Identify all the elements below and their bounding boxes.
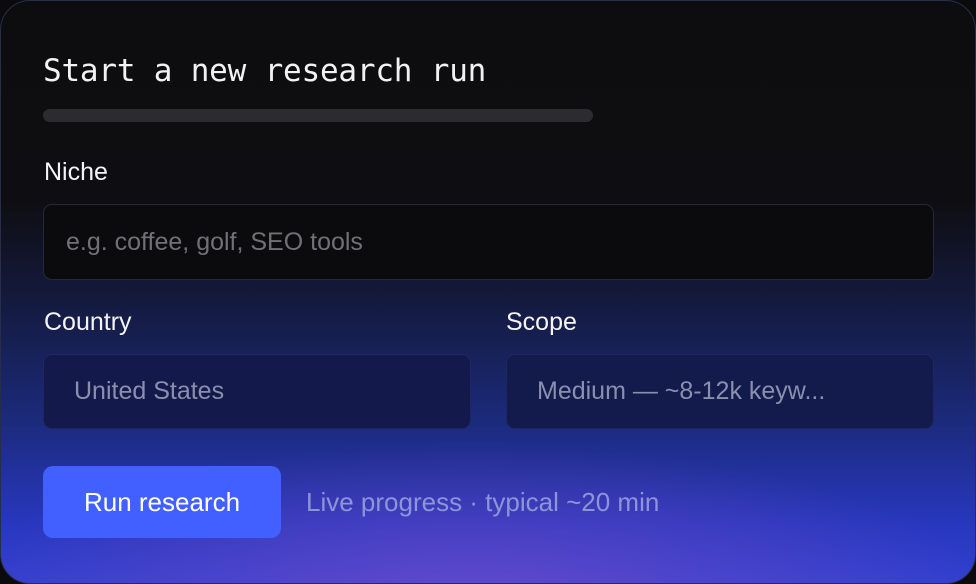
- country-input[interactable]: [43, 354, 471, 429]
- run-research-button[interactable]: Run research: [43, 466, 281, 538]
- country-label: Country: [44, 308, 132, 336]
- niche-input[interactable]: [43, 204, 934, 280]
- scope-select[interactable]: Medium — ~8-12k keyw...: [506, 354, 934, 429]
- scope-selected-value: Medium — ~8-12k keyw...: [537, 377, 826, 405]
- scope-label: Scope: [506, 308, 577, 336]
- research-run-card: Start a new research run Niche Country S…: [0, 0, 976, 584]
- progress-hint: Live progress · typical ~20 min: [306, 487, 660, 517]
- progress-bar: [43, 109, 593, 122]
- form-title: Start a new research run: [43, 53, 487, 89]
- niche-label: Niche: [44, 158, 108, 186]
